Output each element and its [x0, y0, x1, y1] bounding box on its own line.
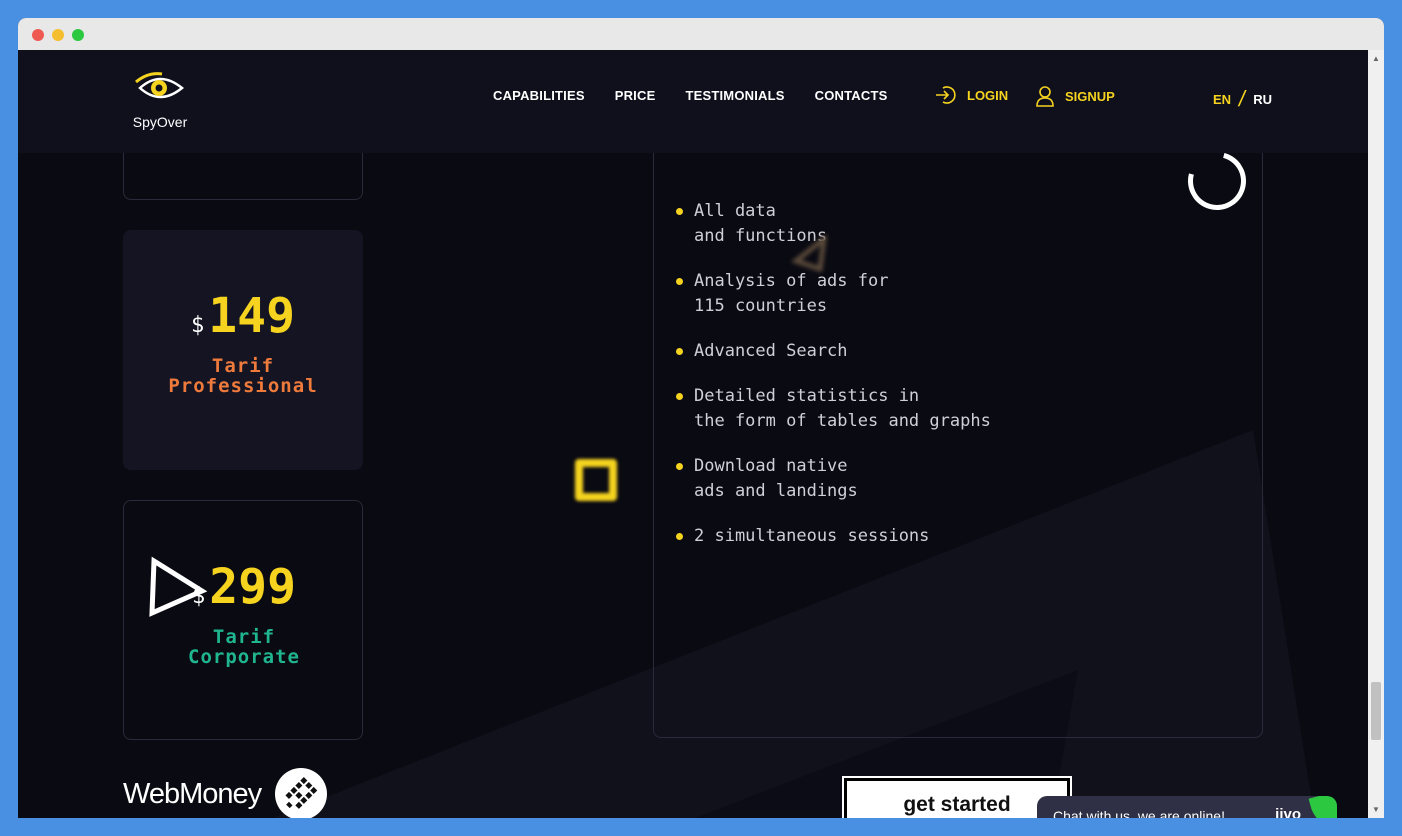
triangle-decor-icon — [149, 556, 208, 617]
language-switcher: EN / RU — [1213, 86, 1272, 112]
site-header: SpyOver CAPABILITIES PRICE TESTIMONIALS … — [18, 50, 1368, 153]
webmoney-logo-icon — [275, 768, 328, 818]
close-window-button[interactable] — [32, 29, 44, 41]
plan-name-line2: Professional — [168, 375, 318, 397]
scroll-up-arrow-icon[interactable]: ▲ — [1372, 54, 1380, 63]
page-viewport: SpyOver CAPABILITIES PRICE TESTIMONIALS … — [18, 50, 1368, 818]
chat-brand-logo: jivo — [1275, 806, 1301, 818]
chat-leaf-icon — [1308, 796, 1337, 818]
scroll-down-arrow-icon[interactable]: ▼ — [1372, 805, 1380, 814]
chat-widget[interactable]: Chat with us, we are online! jivo — [1037, 796, 1337, 818]
plan-card-professional[interactable]: $149 Tarif Professional — [123, 230, 363, 470]
scrollbar-thumb[interactable] — [1371, 682, 1381, 740]
feature-item: 2 simultaneous sessions — [674, 524, 991, 549]
features-list: All data and functions Analysis of ads fo… — [674, 199, 991, 569]
lang-ru[interactable]: RU — [1253, 92, 1272, 107]
lang-separator: / — [1236, 86, 1248, 111]
price-amount: 299 — [209, 559, 296, 615]
nav-capabilities[interactable]: CAPABILITIES — [493, 88, 585, 103]
plan-price: $149 — [123, 288, 363, 344]
feature-item: Advanced Search — [674, 339, 991, 364]
nav-price[interactable]: PRICE — [615, 88, 656, 103]
nav-contacts[interactable]: CONTACTS — [815, 88, 888, 103]
plan-card-corporate[interactable]: $299 Tarif Corporate — [123, 500, 363, 740]
webmoney-label: WebMoney — [123, 777, 262, 810]
feature-item: Download native ads and landings — [674, 454, 991, 504]
plan-name-line2: Corporate — [188, 646, 300, 668]
lang-en[interactable]: EN — [1213, 92, 1231, 107]
login-icon — [936, 86, 956, 104]
plan-name-line1: Tarif — [212, 626, 276, 648]
feature-item: All data and functions — [674, 199, 991, 249]
window-titlebar — [18, 18, 1384, 50]
feature-item: Detailed statistics in the form of tables… — [674, 384, 991, 434]
nav-testimonials[interactable]: TESTIMONIALS — [685, 88, 784, 103]
eye-logo-icon — [135, 72, 184, 99]
brand-name: SpyOver — [132, 114, 188, 130]
browser-window: SpyOver CAPABILITIES PRICE TESTIMONIALS … — [18, 18, 1384, 818]
main-nav: CAPABILITIES PRICE TESTIMONIALS CONTACTS — [493, 88, 888, 103]
login-button[interactable]: LOGIN — [935, 85, 1008, 105]
chat-message: Chat with us, we are online! — [1053, 808, 1225, 818]
plan-features-panel: All data and functions Analysis of ads fo… — [653, 110, 1263, 738]
login-label: LOGIN — [967, 87, 1009, 103]
user-icon — [1036, 86, 1054, 107]
small-triangle-decor-icon — [790, 235, 828, 273]
currency-symbol: $ — [191, 313, 205, 338]
square-decor-icon — [575, 459, 617, 501]
plan-name-line1: Tarif — [211, 355, 275, 377]
brand-logo[interactable]: SpyOver — [128, 68, 192, 138]
plan-name: Tarif Corporate — [124, 627, 364, 667]
vertical-scrollbar[interactable]: ▲ ▼ — [1368, 50, 1384, 818]
signup-label: SIGNUP — [1065, 88, 1115, 104]
webmoney-payment: WebMoney — [123, 768, 328, 818]
maximize-window-button[interactable] — [72, 29, 84, 41]
price-amount: 149 — [208, 288, 295, 344]
signup-button[interactable]: SIGNUP — [1035, 85, 1115, 107]
minimize-window-button[interactable] — [52, 29, 64, 41]
plan-name: Tarif Professional — [123, 356, 363, 396]
feature-item: Analysis of ads for 115 countries — [674, 269, 991, 319]
